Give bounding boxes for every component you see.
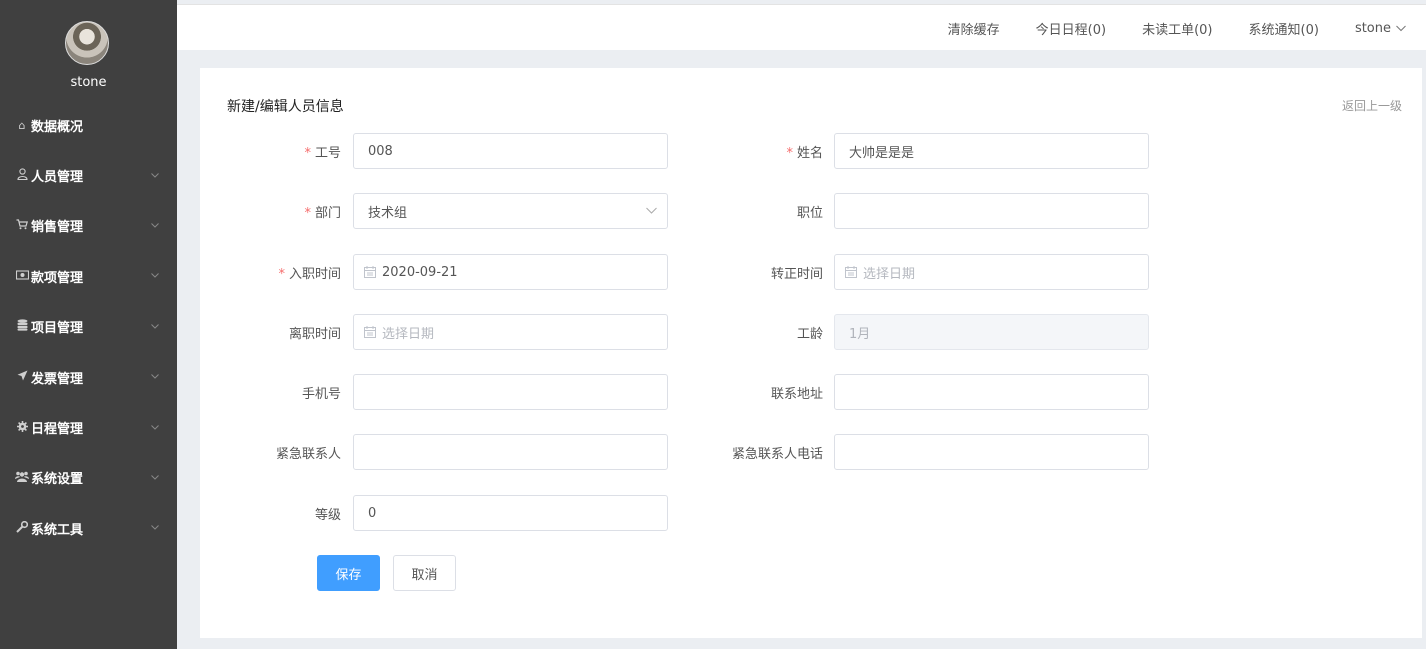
leave-date-label: 离职时间: [288, 327, 341, 342]
chevron-down-icon: [151, 525, 159, 531]
sidebar-username: stone: [70, 75, 107, 90]
top-bar: 清除缓存 今日日程(0) 未读工单(0) 系统通知(0) stone: [177, 4, 1426, 50]
required-mark: *: [304, 146, 311, 161]
emp-no-label: * 工号: [304, 146, 341, 161]
sidebar-item-payments[interactable]: 款项管理: [0, 251, 177, 301]
save-button[interactable]: 保存: [317, 555, 380, 591]
position-label: 职位: [796, 206, 823, 221]
sidebar-item-label: 日程管理: [31, 422, 84, 438]
sidebar-item-label: 系统设置: [31, 472, 84, 488]
emergency-contact-input[interactable]: [353, 434, 668, 470]
leave-date-picker[interactable]: 选择日期: [353, 314, 668, 350]
address-label: 联系地址: [770, 387, 823, 402]
form-card: 新建/编辑人员信息 返回上一级 * 工号 008 * 姓名 大帅是是是 * 部门 技术…: [200, 68, 1422, 638]
emergency-contact-label: 紧急联系人: [275, 447, 341, 462]
sidebar-item-label: 发票管理: [31, 371, 84, 387]
top-bar-links: 清除缓存 今日日程(0) 未读工单(0) 系统通知(0) stone: [912, 5, 1406, 51]
sidebar-item-label: 系统工具: [31, 522, 84, 538]
chevron-down-icon: [1396, 25, 1406, 31]
chevron-down-icon: [646, 207, 657, 214]
seniority-label: 工龄: [796, 327, 823, 342]
sidebar-item-overview[interactable]: ⌂ 数据概况: [0, 100, 177, 150]
regular-date-picker[interactable]: 选择日期: [834, 254, 1149, 290]
chevron-down-icon: [151, 374, 159, 379]
hire-date-label: * 入职时间: [278, 267, 341, 282]
emergency-phone-input[interactable]: [834, 434, 1149, 470]
user-menu-label: stone: [1354, 20, 1391, 36]
system-notice-link[interactable]: 系统通知(0): [1249, 19, 1319, 38]
calendar-icon: [364, 326, 376, 338]
position-input[interactable]: [834, 193, 1149, 229]
name-label: * 姓名: [786, 146, 823, 161]
chevron-down-icon: [151, 475, 159, 480]
today-schedule-link[interactable]: 今日日程(0): [1036, 19, 1106, 38]
gear-icon: [15, 420, 29, 435]
cancel-button[interactable]: 取消: [393, 555, 456, 591]
sidebar: stone ⌂ 数据概况 人员管理 销售管理 款项管理 项目管理 发票管理 日程…: [0, 0, 177, 649]
chevron-down-icon: [151, 323, 159, 329]
wrench-icon: [15, 520, 29, 536]
regular-date-label: 转正时间: [770, 267, 823, 282]
level-input[interactable]: 0: [353, 495, 668, 531]
hire-date-picker[interactable]: 2020-09-21: [353, 254, 668, 290]
sidebar-item-label: 数据概况: [31, 119, 84, 135]
level-label: 等级: [314, 508, 341, 523]
sidebar-item-projects[interactable]: 项目管理: [0, 302, 177, 352]
name-input[interactable]: 大帅是是是: [834, 133, 1149, 169]
cart-icon: [15, 219, 29, 233]
sidebar-item-schedule[interactable]: 日程管理: [0, 402, 177, 452]
emp-no-input[interactable]: 008: [353, 133, 668, 169]
chevron-down-icon: [151, 223, 159, 228]
phone-input[interactable]: [353, 374, 668, 410]
chevron-down-icon: [151, 424, 159, 430]
user-menu[interactable]: stone: [1355, 21, 1406, 36]
avatar[interactable]: [65, 21, 109, 65]
database-icon: [15, 319, 29, 334]
required-mark: *: [278, 267, 285, 282]
chevron-down-icon: [151, 172, 159, 178]
page-title: 新建/编辑人员信息: [227, 99, 344, 115]
chevron-down-icon: [151, 273, 159, 279]
unread-orders-link[interactable]: 未读工单(0): [1142, 19, 1212, 38]
user-icon: [15, 168, 29, 183]
sidebar-item-invoices[interactable]: 发票管理: [0, 352, 177, 402]
sidebar-item-label: 人员管理: [31, 170, 84, 186]
emergency-phone-label: 紧急联系人电话: [731, 447, 823, 462]
required-mark: *: [786, 146, 793, 161]
sidebar-nav: ⌂ 数据概况 人员管理 销售管理 款项管理 项目管理 发票管理 日程管理 系统设…: [0, 100, 177, 554]
calendar-icon: [364, 266, 376, 278]
back-link[interactable]: 返回上一级: [1342, 97, 1402, 114]
sidebar-item-label: 销售管理: [31, 220, 84, 236]
sidebar-item-tools[interactable]: 系统工具: [0, 503, 177, 553]
money-icon: [15, 270, 29, 283]
sidebar-item-personnel[interactable]: 人员管理: [0, 150, 177, 200]
clear-cache-link[interactable]: 清除缓存: [948, 19, 1000, 38]
sidebar-item-label: 款项管理: [31, 270, 84, 286]
sidebar-item-sales[interactable]: 销售管理: [0, 201, 177, 251]
seniority-input: 1月: [834, 314, 1149, 350]
users-icon: [15, 471, 29, 485]
dept-select[interactable]: 技术组: [353, 193, 668, 229]
calendar-icon: [845, 266, 857, 278]
required-mark: *: [304, 206, 311, 221]
dept-label: * 部门: [304, 206, 341, 221]
phone-label: 手机号: [301, 387, 341, 402]
sidebar-item-label: 项目管理: [31, 321, 84, 337]
address-input[interactable]: [834, 374, 1149, 410]
sidebar-item-settings[interactable]: 系统设置: [0, 453, 177, 503]
send-icon: [15, 370, 29, 384]
home-icon: ⌂: [18, 118, 26, 132]
